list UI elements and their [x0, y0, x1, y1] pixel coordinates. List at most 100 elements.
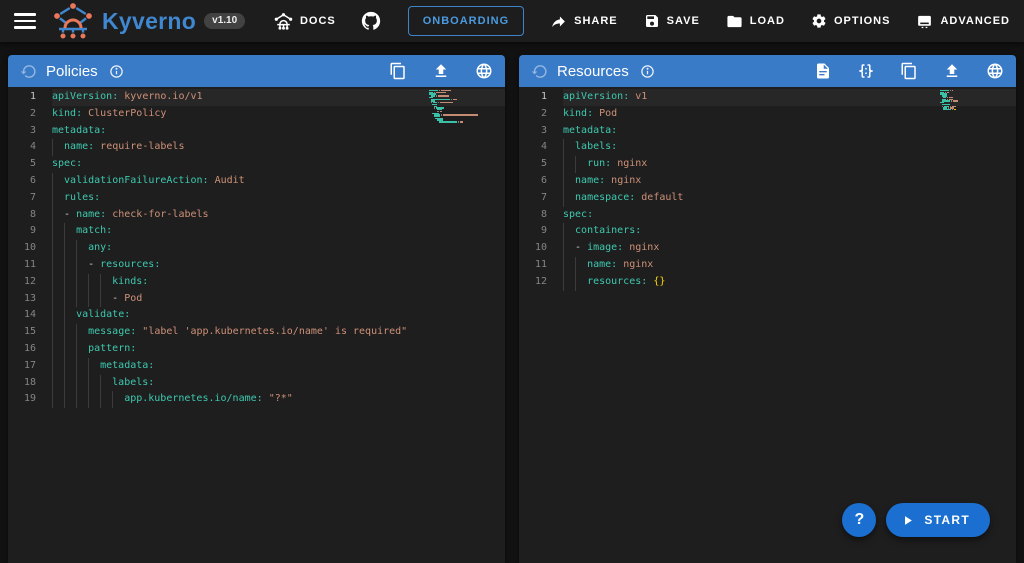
code-line[interactable]: 13- Pod: [8, 291, 505, 308]
code-line[interactable]: 9containers:: [519, 223, 1016, 240]
kyverno-logo: [52, 2, 94, 40]
line-number: 5: [8, 156, 36, 173]
code-line[interactable]: 12kinds:: [8, 274, 505, 291]
folder-icon: [726, 13, 743, 30]
line-number: 12: [8, 274, 36, 291]
options-button[interactable]: OPTIONS: [811, 13, 891, 29]
onboarding-button[interactable]: ONBOARDING: [408, 6, 524, 36]
copy-icon[interactable]: [900, 62, 918, 80]
resources-editor[interactable]: 1apiVersion: v12kind: Pod3metadata:4labe…: [519, 87, 1016, 563]
line-number: 1: [519, 89, 547, 106]
gear-icon: [811, 13, 827, 29]
code-line[interactable]: 4name: require-labels: [8, 139, 505, 156]
code-line[interactable]: 7namespace: default: [519, 190, 1016, 207]
line-content: name: nginx: [563, 257, 1016, 274]
share-icon: [550, 13, 567, 30]
line-content: rules:: [52, 190, 505, 207]
upload-icon[interactable]: [432, 62, 450, 80]
resources-panel: Resources: [519, 55, 1016, 563]
line-number: 5: [519, 156, 547, 173]
line-content: namespace: default: [563, 190, 1016, 207]
help-button[interactable]: ?: [842, 503, 876, 537]
restore-icon[interactable]: [531, 63, 548, 80]
top-navbar: Kyverno v1.10 DOCS ONBOARDING SHARE SAVE: [0, 0, 1024, 42]
line-content: name: require-labels: [52, 139, 505, 156]
line-content: labels:: [52, 375, 505, 392]
code-line[interactable]: 10- image: nginx: [519, 240, 1016, 257]
code-line[interactable]: 19app.kubernetes.io/name: "?*": [8, 391, 505, 408]
code-line[interactable]: 3metadata:: [8, 123, 505, 140]
code-line[interactable]: 14 validate:: [8, 307, 505, 324]
start-button[interactable]: START: [886, 503, 990, 537]
code-line[interactable]: 16pattern:: [8, 341, 505, 358]
policies-panel-header: Policies: [8, 55, 505, 87]
code-json-icon[interactable]: [857, 62, 875, 80]
line-number: 6: [519, 173, 547, 190]
copy-icon[interactable]: [389, 62, 407, 80]
save-button[interactable]: SAVE: [644, 13, 700, 29]
line-number: 10: [519, 240, 547, 257]
line-number: 6: [8, 173, 36, 190]
policies-minimap[interactable]: [429, 90, 491, 123]
floating-actions: ? START: [842, 503, 990, 537]
restore-icon[interactable]: [20, 63, 37, 80]
docs-icon: [274, 13, 293, 30]
policies-title: Policies: [46, 63, 98, 80]
line-number: 14: [8, 307, 36, 324]
line-content: spec:: [52, 156, 505, 173]
minimap-line: [940, 109, 1002, 110]
app-title: Kyverno: [102, 8, 196, 35]
line-content: - name: check-for-labels: [52, 207, 505, 224]
line-content: containers:: [563, 223, 1016, 240]
line-content: run: nginx: [563, 156, 1016, 173]
code-line[interactable]: 11 name: nginx: [519, 257, 1016, 274]
line-number: 19: [8, 391, 36, 408]
line-number: 11: [519, 257, 547, 274]
line-content: name: nginx: [563, 173, 1016, 190]
line-number: 11: [8, 257, 36, 274]
resources-minimap[interactable]: [940, 90, 1002, 111]
code-line[interactable]: 15message: "label 'app.kubernetes.io/nam…: [8, 324, 505, 341]
minimap-line: [429, 121, 491, 122]
code-line[interactable]: 11- resources:: [8, 257, 505, 274]
line-content: validationFailureAction: Audit: [52, 173, 505, 190]
code-line[interactable]: 6 validationFailureAction: Audit: [8, 173, 505, 190]
code-line[interactable]: 3metadata:: [519, 123, 1016, 140]
info-icon[interactable]: [109, 64, 124, 79]
line-content: metadata:: [52, 358, 505, 375]
menu-icon[interactable]: [14, 13, 36, 29]
window-icon: [916, 13, 933, 30]
line-number: 8: [8, 207, 36, 224]
line-content: metadata:: [52, 123, 505, 140]
code-line[interactable]: 8spec:: [519, 207, 1016, 224]
line-number: 4: [519, 139, 547, 156]
code-line[interactable]: 10any:: [8, 240, 505, 257]
code-line[interactable]: 5 run: nginx: [519, 156, 1016, 173]
web-icon[interactable]: [475, 62, 493, 80]
advanced-button[interactable]: ADVANCED: [916, 13, 1010, 30]
share-button[interactable]: SHARE: [550, 13, 618, 30]
code-line[interactable]: 12resources: {}: [519, 274, 1016, 291]
line-content: validate:: [52, 307, 505, 324]
policies-editor[interactable]: 1apiVersion: kyverno.io/v12kind: Cluster…: [8, 87, 505, 563]
line-number: 15: [8, 324, 36, 341]
code-line[interactable]: 8 - name: check-for-labels: [8, 207, 505, 224]
web-icon[interactable]: [986, 62, 1004, 80]
code-line[interactable]: 5 spec:: [8, 156, 505, 173]
code-line[interactable]: 17metadata:: [8, 358, 505, 375]
code-line[interactable]: 6 name: nginx: [519, 173, 1016, 190]
save-icon: [644, 13, 660, 29]
github-button[interactable]: [360, 10, 382, 32]
code-line[interactable]: 4labels:: [519, 139, 1016, 156]
file-document-icon[interactable]: [814, 62, 832, 80]
line-number: 3: [519, 123, 547, 140]
docs-button[interactable]: DOCS: [274, 13, 336, 30]
load-button[interactable]: LOAD: [726, 13, 785, 30]
workspace: Policies 1apiVersion: kyverno.io/v12kind…: [0, 42, 1024, 563]
upload-icon[interactable]: [943, 62, 961, 80]
code-line[interactable]: 9match:: [8, 223, 505, 240]
info-icon[interactable]: [640, 64, 655, 79]
code-line[interactable]: 7rules:: [8, 190, 505, 207]
code-line[interactable]: 18labels:: [8, 375, 505, 392]
line-content: resources: {}: [563, 274, 1016, 291]
